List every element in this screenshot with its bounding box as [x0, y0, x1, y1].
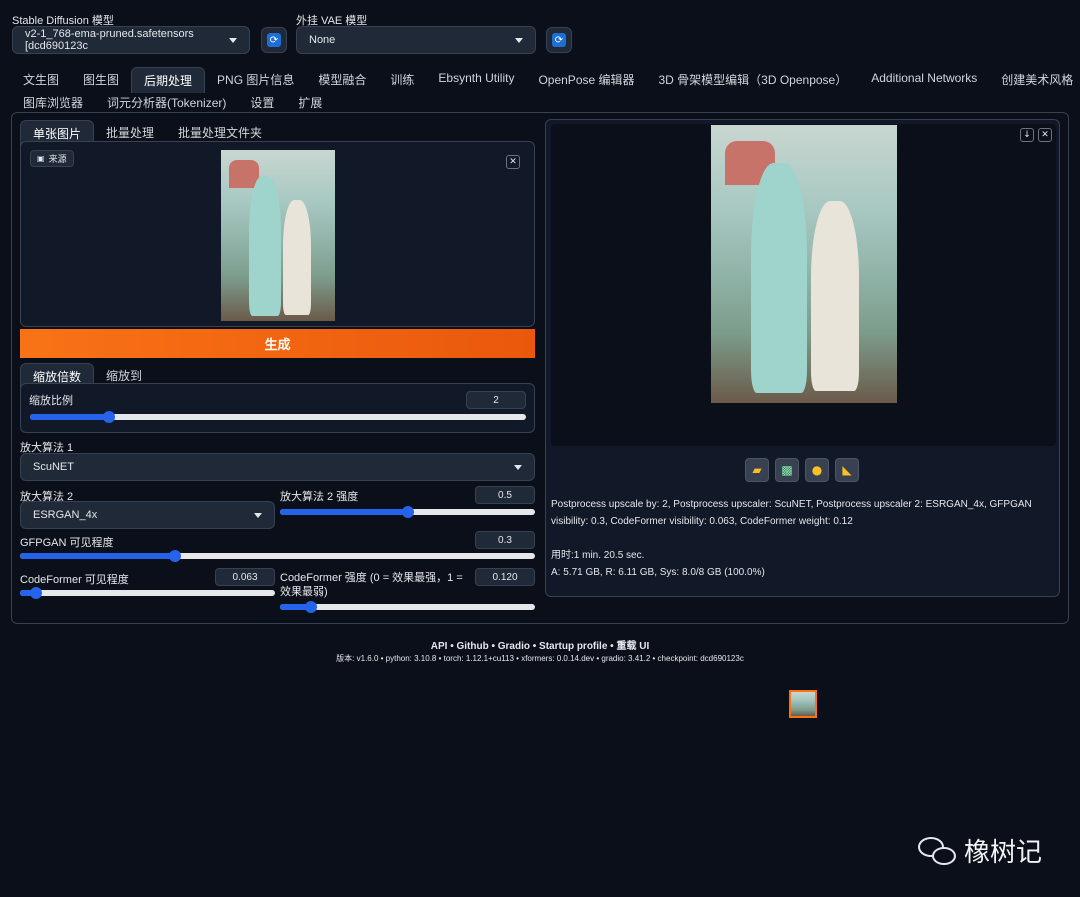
codeformer-visibility-fill [20, 587, 43, 599]
tab-ebsynth[interactable]: Ebsynth Utility [426, 67, 526, 93]
send-to-img2img-button[interactable]: ▩ [775, 458, 799, 482]
upscaler2-strength-slider[interactable] [280, 506, 535, 518]
download-icon: ↓ [1023, 130, 1031, 140]
chevron-down-icon [229, 37, 237, 43]
refresh-icon: ⟳ [267, 33, 281, 47]
upscaler2-strength-input[interactable]: 0.5 [475, 486, 535, 504]
close-icon: ✕ [1041, 130, 1049, 140]
codeformer-visibility-label: CodeFormer 可见程度 [20, 574, 129, 586]
source-badge: ▣ 来源 [30, 150, 74, 167]
sd-model-refresh-button[interactable]: ⟳ [261, 27, 287, 53]
folder-icon: ▰ [752, 463, 762, 477]
scale-label: 缩放比例 [29, 395, 73, 407]
slider-knob[interactable] [168, 550, 181, 562]
output-photo[interactable] [711, 125, 897, 403]
wechat-icon [918, 835, 958, 867]
gfpgan-label: GFPGAN 可见程度 [20, 537, 114, 549]
clear-image-button[interactable]: ✕ [506, 155, 520, 169]
source-photo [221, 150, 335, 321]
ruler-icon: ◣ [842, 463, 852, 477]
upscaler2-strength-fill [280, 506, 414, 518]
scale-input[interactable]: 2 [466, 391, 526, 409]
scale-slider[interactable] [30, 411, 526, 423]
upscaler2-value: ESRGAN_4x [33, 509, 98, 521]
generation-info: Postprocess upscale by: 2, Postprocess u… [551, 499, 1032, 527]
codeformer-visibility-slider[interactable] [20, 587, 275, 599]
vae-refresh-button[interactable]: ⟳ [546, 27, 572, 53]
download-button[interactable]: ↓ [1020, 128, 1034, 142]
refresh-icon: ⟳ [552, 33, 566, 47]
chevron-down-icon [514, 464, 522, 470]
footer-versions: 版本: v1.6.0 • python: 3.10.8 • torch: 1.1… [336, 654, 744, 663]
memory-usage: A: 5.71 GB, R: 6.11 GB, Sys: 8.0/8 GB (1… [551, 567, 765, 578]
vae-dropdown[interactable]: None [296, 26, 536, 54]
tab-openpose-editor[interactable]: OpenPose 编辑器 [526, 67, 646, 93]
close-gallery-button[interactable]: ✕ [1038, 128, 1052, 142]
tab-train[interactable]: 训练 [378, 67, 426, 93]
upscaler1-dropdown[interactable]: ScuNET [20, 453, 535, 481]
codeformer-visibility-input[interactable]: 0.063 [215, 568, 275, 586]
source-label: 来源 [48, 154, 67, 164]
scale-slider-fill [30, 411, 116, 423]
image-icon: ▣ [37, 154, 45, 163]
palette-icon: ● [811, 463, 823, 477]
output-panel: ↓ ✕ ▰ ▩ ● ◣ Postprocess upscale by: 2, P… [545, 119, 1060, 718]
output-gallery: ↓ ✕ [551, 124, 1056, 718]
gfpgan-fill [20, 550, 181, 562]
scale-panel: 缩放比例 2 [20, 383, 535, 433]
generate-button[interactable]: 生成 [20, 329, 535, 358]
gfpgan-slider[interactable] [20, 550, 535, 562]
vae-value: None [309, 34, 336, 46]
send-to-extras-button[interactable]: ◣ [835, 458, 859, 482]
chevron-down-icon [515, 37, 523, 43]
slider-knob[interactable] [401, 506, 414, 518]
codeformer-weight-fill [280, 601, 317, 613]
watermark-text: 橡树记 [964, 837, 1043, 867]
chevron-down-icon [254, 512, 262, 518]
close-icon: ✕ [509, 157, 517, 167]
slider-knob[interactable] [304, 601, 317, 613]
upscaler2-dropdown[interactable]: ESRGAN_4x [20, 501, 275, 529]
codeformer-weight-label: CodeFormer 强度 (0 = 效果最强，1 = 效果最弱) [280, 572, 463, 598]
upscaler2-strength-label: 放大算法 2 强度 [280, 491, 359, 503]
upscaler1-value: ScuNET [33, 461, 74, 473]
picture-icon: ▩ [781, 463, 793, 477]
output-toolbar: ▰ ▩ ● ◣ [745, 458, 859, 482]
sd-model-value: v2-1_768-ema-pruned.safetensors [dcd6901… [25, 28, 194, 52]
generation-time: 用时:1 min. 20.5 sec. [551, 550, 645, 561]
gfpgan-input[interactable]: 0.3 [475, 531, 535, 549]
footer-links[interactable]: API • Github • Gradio • Startup profile … [0, 637, 1080, 652]
output-thumbnail[interactable] [789, 690, 817, 718]
generate-label: 生成 [264, 337, 291, 352]
tab-create-art-style[interactable]: 创建美术风格 [989, 67, 1080, 93]
source-image-panel[interactable]: ▣ 来源 ✕ [20, 141, 535, 327]
tab-additional-networks[interactable]: Additional Networks [859, 67, 989, 93]
tab-3d-openpose[interactable]: 3D 骨架模型编辑（3D Openpose） [647, 67, 860, 93]
slider-knob[interactable] [103, 411, 116, 423]
codeformer-weight-slider[interactable] [280, 601, 535, 613]
open-folder-button[interactable]: ▰ [745, 458, 769, 482]
wechat-watermark: 橡树记 [918, 832, 1042, 869]
send-to-inpaint-button[interactable]: ● [805, 458, 829, 482]
sd-model-dropdown[interactable]: v2-1_768-ema-pruned.safetensors [dcd6901… [12, 26, 250, 54]
slider-knob[interactable] [30, 587, 43, 599]
codeformer-weight-input[interactable]: 0.120 [475, 568, 535, 586]
